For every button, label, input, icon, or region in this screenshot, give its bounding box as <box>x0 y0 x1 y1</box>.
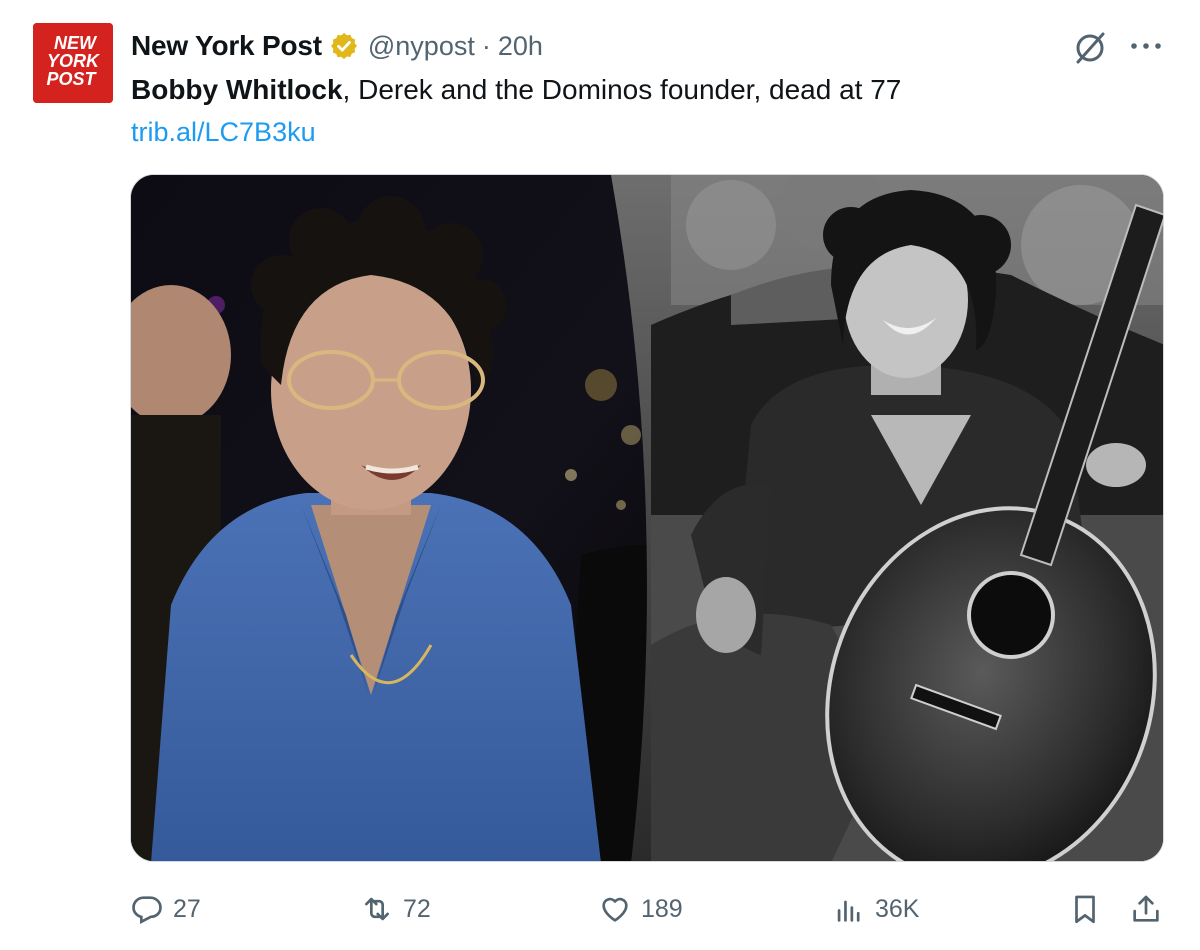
display-name[interactable]: New York Post <box>131 30 322 62</box>
tweet-text-bold[interactable]: Bobby Whitlock <box>131 74 343 105</box>
tweet-link[interactable]: trib.al/LC7B3ku <box>131 112 316 152</box>
tweet-card[interactable]: NEW YORK POST New York Post @nypost · 20… <box>0 0 1200 950</box>
tweet-text-rest: , Derek and the Dominos founder, dead at… <box>342 74 902 105</box>
analytics-icon <box>837 900 860 922</box>
reply-icon <box>132 896 162 924</box>
handle[interactable]: @nypost <box>368 31 475 62</box>
share-icon <box>1133 895 1159 922</box>
bookmark-icon <box>1075 895 1095 924</box>
repost-button[interactable]: 72 <box>360 884 431 934</box>
views-count: 36K <box>875 894 920 923</box>
timestamp[interactable]: 20h <box>498 31 543 62</box>
reply-button[interactable]: 27 <box>130 884 201 934</box>
tweet-header: New York Post @nypost · 20h <box>131 26 543 66</box>
separator: · <box>481 30 491 61</box>
avatar-line-3: POST <box>46 69 97 89</box>
like-count: 189 <box>641 894 683 923</box>
avatar-line-1: NEW <box>54 33 98 53</box>
reply-count: 27 <box>173 894 201 923</box>
verified-badge-icon[interactable] <box>329 31 359 61</box>
bookmark-button[interactable] <box>1068 884 1102 934</box>
more-options-icon[interactable] <box>1129 36 1163 56</box>
views-button[interactable]: 36K <box>832 884 919 934</box>
repost-icon <box>365 897 389 921</box>
grok-icon[interactable] <box>1070 30 1110 64</box>
avatar[interactable]: NEW YORK POST <box>33 23 113 103</box>
like-button[interactable]: 189 <box>598 884 683 934</box>
tweet-media-image[interactable] <box>130 174 1164 862</box>
tweet-text: Bobby Whitlock, Derek and the Dominos fo… <box>131 70 901 110</box>
avatar-line-2: YORK <box>47 51 101 71</box>
repost-count: 72 <box>403 894 431 923</box>
action-bar: 27 72 189 36K <box>0 884 1200 934</box>
share-button[interactable] <box>1129 884 1163 934</box>
heart-icon <box>602 897 628 922</box>
